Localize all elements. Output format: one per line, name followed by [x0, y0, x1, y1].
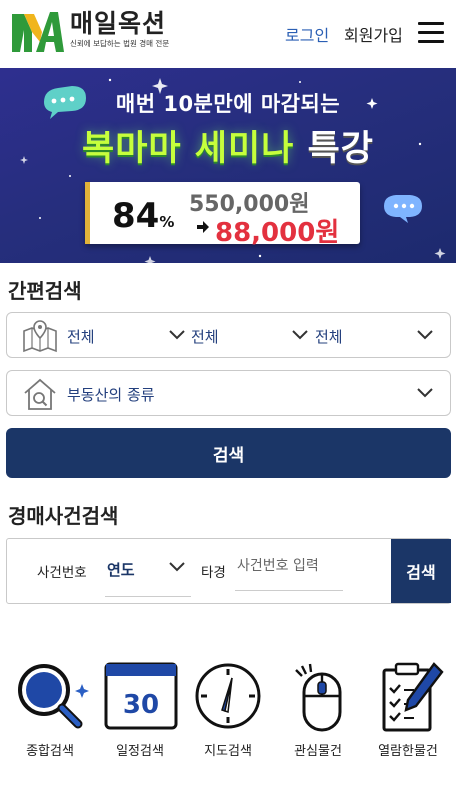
chevron-down-icon[interactable] [417, 388, 433, 398]
login-link[interactable]: 로그인 [285, 22, 329, 46]
quick-menu-item-map-search[interactable]: 지도검색 [183, 660, 273, 759]
magnifier-icon [18, 664, 89, 729]
quick-search-title: 간편검색 [8, 279, 82, 303]
chevron-down-icon[interactable] [169, 562, 185, 572]
region-select-box: 전체 전체 전체 [6, 312, 451, 358]
case-number-label: 사건번호 [37, 565, 87, 581]
quick-menu-label: 열람한물건 [378, 744, 438, 759]
discount-rate: 84% [112, 196, 174, 236]
region-select-3[interactable]: 전체 [315, 326, 343, 347]
discount-value: 84 [112, 196, 160, 236]
year-underline [105, 596, 191, 597]
compass-icon [195, 663, 261, 729]
quick-menu-item-viewed[interactable]: 열람한물건 [363, 660, 453, 759]
banner-title-main: 복마마 세미나 [82, 129, 295, 169]
promo-banner[interactable]: 매번 10분만에 마감되는 복마마 세미나 특강 84% 550,000원 88… [0, 68, 456, 263]
case-search-title: 경매사건검색 [8, 504, 119, 528]
case-search-button[interactable]: 검색 [391, 539, 451, 603]
banner-headline: 매번 10분만에 마감되는 [115, 92, 341, 116]
arrow-right-icon [197, 221, 209, 233]
house-search-icon [24, 378, 56, 410]
hamburger-menu-icon[interactable] [418, 22, 444, 44]
case-number-input[interactable]: 사건번호 입력 [237, 555, 319, 575]
property-type-value: 부동산의 종류 [67, 386, 155, 404]
region-select-1[interactable]: 전체 [67, 326, 95, 347]
year-select[interactable]: 연도 [107, 559, 135, 580]
logo-name: 매일옥션 [70, 9, 167, 38]
case-input-underline [235, 590, 343, 591]
case-search-box: 사건번호 연도 타경 사건번호 입력 검색 [6, 538, 451, 604]
quick-search-button[interactable]: 검색 [6, 428, 451, 478]
sale-price: 88,000원 [215, 218, 340, 248]
calendar-day: 30 [123, 690, 159, 720]
signup-link[interactable]: 회원가입 [344, 22, 403, 46]
site-header: 매일옥션 신뢰에 보답하는 법원 경매 전문 로그인 회원가입 [0, 0, 456, 68]
discount-unit: % [159, 213, 175, 231]
chevron-down-icon[interactable] [417, 330, 433, 340]
quick-menu-label: 지도검색 [204, 744, 252, 759]
logo-mark-icon [12, 12, 64, 52]
checklist-pen-icon [382, 662, 444, 732]
quick-menu: 종합검색 30 일정검색 지도검색 관심물건 열람한물건 [0, 660, 456, 760]
chat-bubble-icon [384, 195, 422, 223]
banner-title: 복마마 세미나 특강 [0, 120, 456, 171]
quick-menu-label: 일정검색 [116, 744, 164, 759]
page: 매일옥션 신뢰에 보답하는 법원 경매 전문 로그인 회원가입 매번 10분만에… [0, 0, 456, 800]
banner-title-accent: 특강 [307, 129, 374, 169]
quick-menu-item-schedule-search[interactable]: 30 일정검색 [95, 660, 185, 759]
chevron-down-icon[interactable] [292, 330, 308, 340]
mouse-icon [295, 663, 342, 732]
case-type-label: 타경 [201, 565, 226, 581]
logo-tagline: 신뢰에 보답하는 법원 경매 전문 [70, 39, 170, 48]
quick-menu-item-interest[interactable]: 관심물건 [273, 660, 363, 759]
quick-menu-label: 종합검색 [26, 744, 74, 759]
map-pin-icon [23, 320, 57, 353]
logo[interactable]: 매일옥션 신뢰에 보답하는 법원 경매 전문 [10, 8, 169, 54]
region-select-2[interactable]: 전체 [191, 326, 219, 347]
property-type-select[interactable]: 부동산의 종류 [6, 370, 451, 416]
calendar-icon: 30 [104, 662, 178, 730]
quick-menu-label: 관심물건 [294, 744, 342, 759]
quick-menu-item-total-search[interactable]: 종합검색 [5, 660, 95, 759]
price-card: 84% 550,000원 88,000원 [85, 182, 360, 248]
chevron-down-icon[interactable] [169, 330, 185, 340]
